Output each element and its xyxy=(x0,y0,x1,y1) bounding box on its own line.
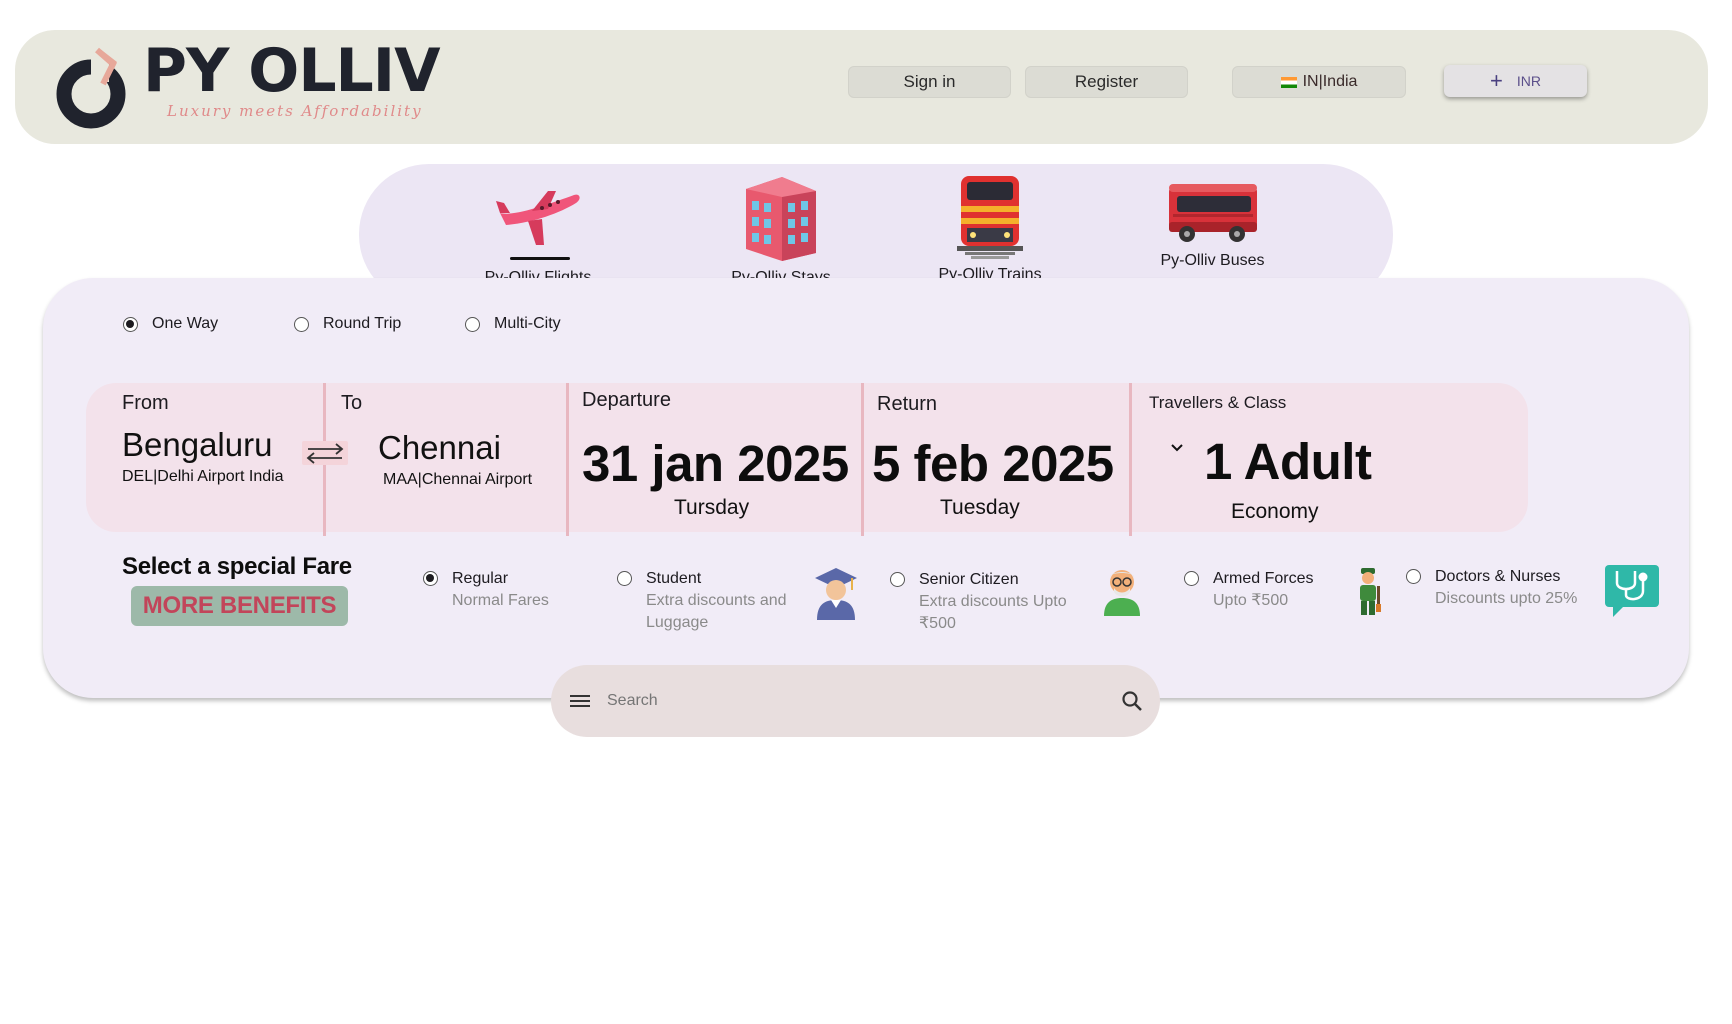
trip-label: Round Trip xyxy=(323,315,402,332)
divider xyxy=(566,383,569,536)
fare-desc: Normal Fares xyxy=(452,592,549,609)
train-icon xyxy=(957,176,1023,259)
service-flights[interactable]: Py-Olliv Flights xyxy=(483,173,593,287)
travellers-value[interactable]: 1 Adult xyxy=(1204,432,1372,491)
fare-doctors-nurses[interactable]: Doctors & Nurses Discounts upto 25% xyxy=(1406,566,1585,610)
currency-label: INR xyxy=(1516,73,1541,89)
fare-desc: Extra discounts and Luggage xyxy=(646,592,787,631)
radio[interactable] xyxy=(1184,571,1199,586)
header: PY OLLIV Luxury meets Affordability Sign… xyxy=(15,30,1708,144)
fare-name: Doctors & Nurses xyxy=(1435,568,1561,585)
logo-icon xyxy=(56,47,126,129)
to-airport: MAA|Chennai Airport xyxy=(383,471,533,488)
fare-regular[interactable]: Regular Normal Fares xyxy=(423,568,549,612)
senior-icon xyxy=(1104,570,1140,616)
tagline: Luxury meets Affordability xyxy=(167,102,423,120)
fare-desc: Discounts upto 25% xyxy=(1435,590,1578,607)
travel-class: Economy xyxy=(1231,500,1319,523)
swap-button[interactable] xyxy=(302,441,348,465)
divider xyxy=(1129,383,1132,536)
india-flag-icon xyxy=(1280,76,1297,88)
fare-desc: Upto ₹500 xyxy=(1213,592,1289,609)
radio-selected[interactable] xyxy=(423,571,438,586)
return-label: Return xyxy=(877,393,938,415)
search-bar xyxy=(551,665,1160,737)
fare-name: Regular xyxy=(452,570,509,587)
hotel-icon xyxy=(746,177,816,261)
register-button[interactable]: Register xyxy=(1025,66,1188,98)
radio[interactable] xyxy=(890,572,905,587)
to-label: To xyxy=(341,392,363,414)
menu-icon[interactable] xyxy=(569,693,591,709)
more-benefits-button[interactable]: MORE BENEFITS xyxy=(131,586,348,626)
fare-name: Armed Forces xyxy=(1213,570,1314,587)
trip-one-way[interactable]: One Way xyxy=(123,315,218,333)
soldier-icon xyxy=(1360,568,1381,615)
fare-title: Select a special Fare xyxy=(122,553,352,580)
service-stays[interactable]: Py-Olliv Stays xyxy=(721,173,841,287)
fare-desc: Extra discounts Upto ₹500 xyxy=(919,593,1067,632)
radio[interactable] xyxy=(1406,569,1421,584)
fare-student[interactable]: Student Extra discounts and Luggage xyxy=(617,568,812,634)
trip-round-trip[interactable]: Round Trip xyxy=(294,315,401,333)
stethoscope-icon xyxy=(1605,565,1659,617)
airplane-icon xyxy=(496,191,580,260)
fare-name: Senior Citizen xyxy=(919,571,1019,588)
currency-button[interactable]: + INR xyxy=(1444,65,1587,97)
logo-text: PY OLLIV xyxy=(143,36,441,106)
return-day: Tuesday xyxy=(940,496,1020,519)
search-icon[interactable] xyxy=(1120,689,1144,713)
swap-arrows-icon xyxy=(306,443,344,464)
service-trains[interactable]: Py-Olliv Trains xyxy=(930,172,1050,284)
trip-label: Multi-City xyxy=(494,315,561,332)
service-label: Py-Olliv Buses xyxy=(1160,252,1265,269)
trip-multi-city[interactable]: Multi-City xyxy=(465,315,561,333)
radio[interactable] xyxy=(294,316,309,332)
search-input[interactable] xyxy=(607,692,1087,710)
from-airport: DEL|Delhi Airport India xyxy=(122,468,284,485)
trip-label: One Way xyxy=(152,315,219,332)
return-date[interactable]: 5 feb 2025 xyxy=(872,434,1114,493)
divider xyxy=(861,383,864,536)
from-label: From xyxy=(122,392,169,414)
travellers-label: Travellers & Class xyxy=(1149,393,1287,412)
plus-icon: + xyxy=(1490,68,1503,93)
sign-in-button[interactable]: Sign in xyxy=(848,66,1011,98)
departure-date[interactable]: 31 jan 2025 xyxy=(582,434,849,493)
fare-name: Student xyxy=(646,570,702,587)
radio[interactable] xyxy=(465,316,480,332)
chevron-down-icon[interactable] xyxy=(1169,442,1185,454)
from-city[interactable]: Bengaluru xyxy=(122,426,272,464)
fare-senior-citizen[interactable]: Senior Citizen Extra discounts Upto ₹500 xyxy=(890,569,1089,635)
departure-day: Tursday xyxy=(674,496,750,519)
service-buses[interactable]: Py-Olliv Buses xyxy=(1150,180,1275,270)
bus-icon xyxy=(1168,184,1257,242)
fare-armed-forces[interactable]: Armed Forces Upto ₹500 xyxy=(1184,568,1313,612)
departure-label: Departure xyxy=(582,389,671,411)
radio[interactable] xyxy=(617,571,632,586)
country-label: IN|India xyxy=(1302,73,1358,90)
graduate-icon xyxy=(815,568,857,620)
country-selector[interactable]: IN|India xyxy=(1232,66,1406,98)
to-city[interactable]: Chennai xyxy=(378,429,501,467)
radio-selected[interactable] xyxy=(123,316,138,332)
